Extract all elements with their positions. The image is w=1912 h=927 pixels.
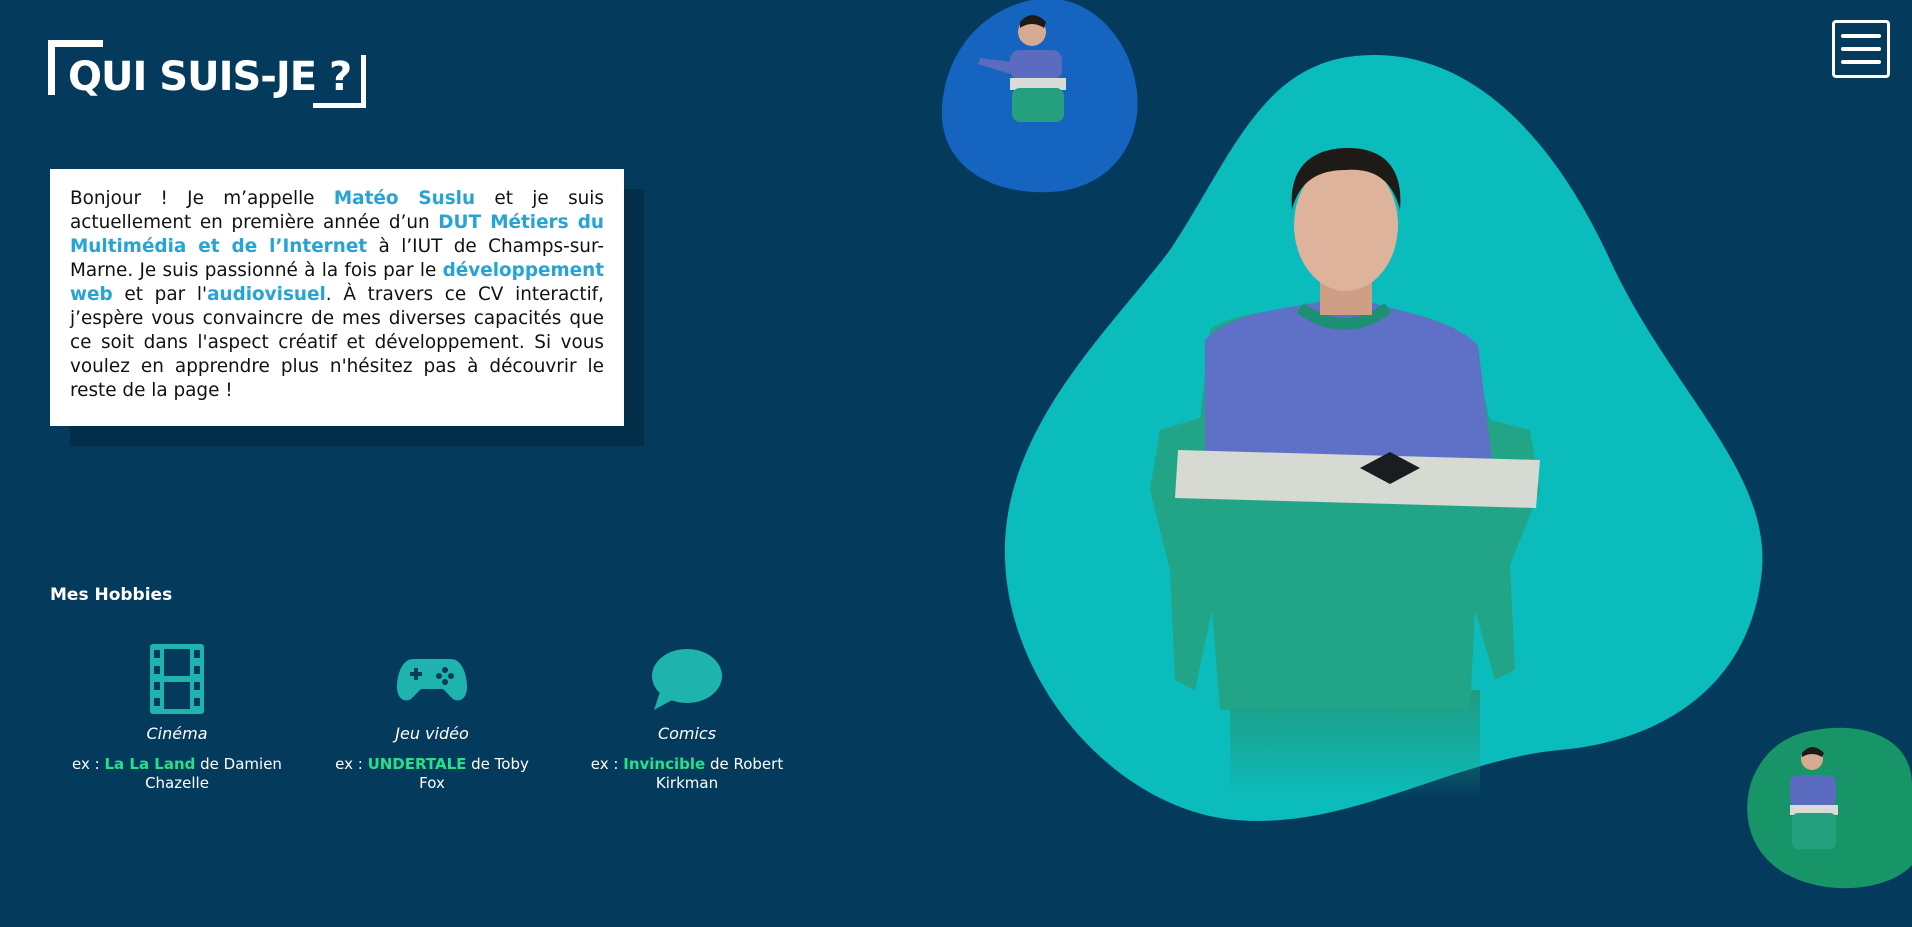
page-title: QUI SUIS-JE ? [68, 54, 352, 100]
hobby-example: ex : UNDERTALE de Toby Fox [322, 755, 542, 793]
hobby-name: Comics [657, 724, 717, 743]
page-title-frame: QUI SUIS-JE ? [48, 40, 366, 108]
speech-bubble-icon [652, 649, 722, 710]
hobby-example-work: Invincible [623, 755, 706, 773]
menu-bar [1841, 47, 1881, 51]
gamepad-icon [397, 659, 467, 701]
film-icon [150, 644, 204, 714]
small-photo-blob-bottom-right [1747, 727, 1912, 889]
hamburger-menu-icon[interactable] [1832, 20, 1890, 78]
hobbies-title: Mes Hobbies [50, 585, 173, 605]
hobby-example: ex : La La Land de Damien Chazelle [67, 755, 287, 793]
hobby-comics: Comics ex : Invincible de Robert Kirkman [577, 640, 797, 793]
hobby-example-prefix: ex : [335, 755, 368, 773]
intro-name-highlight: Matéo Suslu [333, 188, 476, 209]
menu-bar [1841, 34, 1881, 38]
intro-audiovisual-highlight: audiovisuel [207, 284, 326, 305]
hobby-example: ex : Invincible de Robert Kirkman [577, 755, 797, 793]
hobby-video-game: Jeu vidéo ex : UNDERTALE de Toby Fox [322, 640, 542, 793]
intro-card: Bonjour ! Je m’appelle Matéo Suslu et je… [50, 169, 624, 426]
intro-text: Bonjour ! Je m’appelle Matéo Suslu et je… [70, 187, 604, 403]
hobby-example-prefix: ex : [590, 755, 624, 773]
hobby-name: Jeu vidéo [395, 724, 469, 743]
hobby-cinema: Cinéma ex : La La Land de Damien Chazell… [67, 640, 287, 793]
hobby-example-work: La La Land [104, 755, 196, 773]
hobby-example-prefix: ex : [72, 755, 105, 773]
menu-bar [1841, 60, 1881, 64]
main-photo-blob [1004, 54, 1763, 821]
hobby-name: Cinéma [146, 724, 208, 743]
intro-text-segment: Bonjour ! Je m’appelle [70, 188, 334, 209]
intro-text-segment: et par l' [112, 284, 208, 305]
hobby-example-work: UNDERTALE [367, 755, 467, 773]
